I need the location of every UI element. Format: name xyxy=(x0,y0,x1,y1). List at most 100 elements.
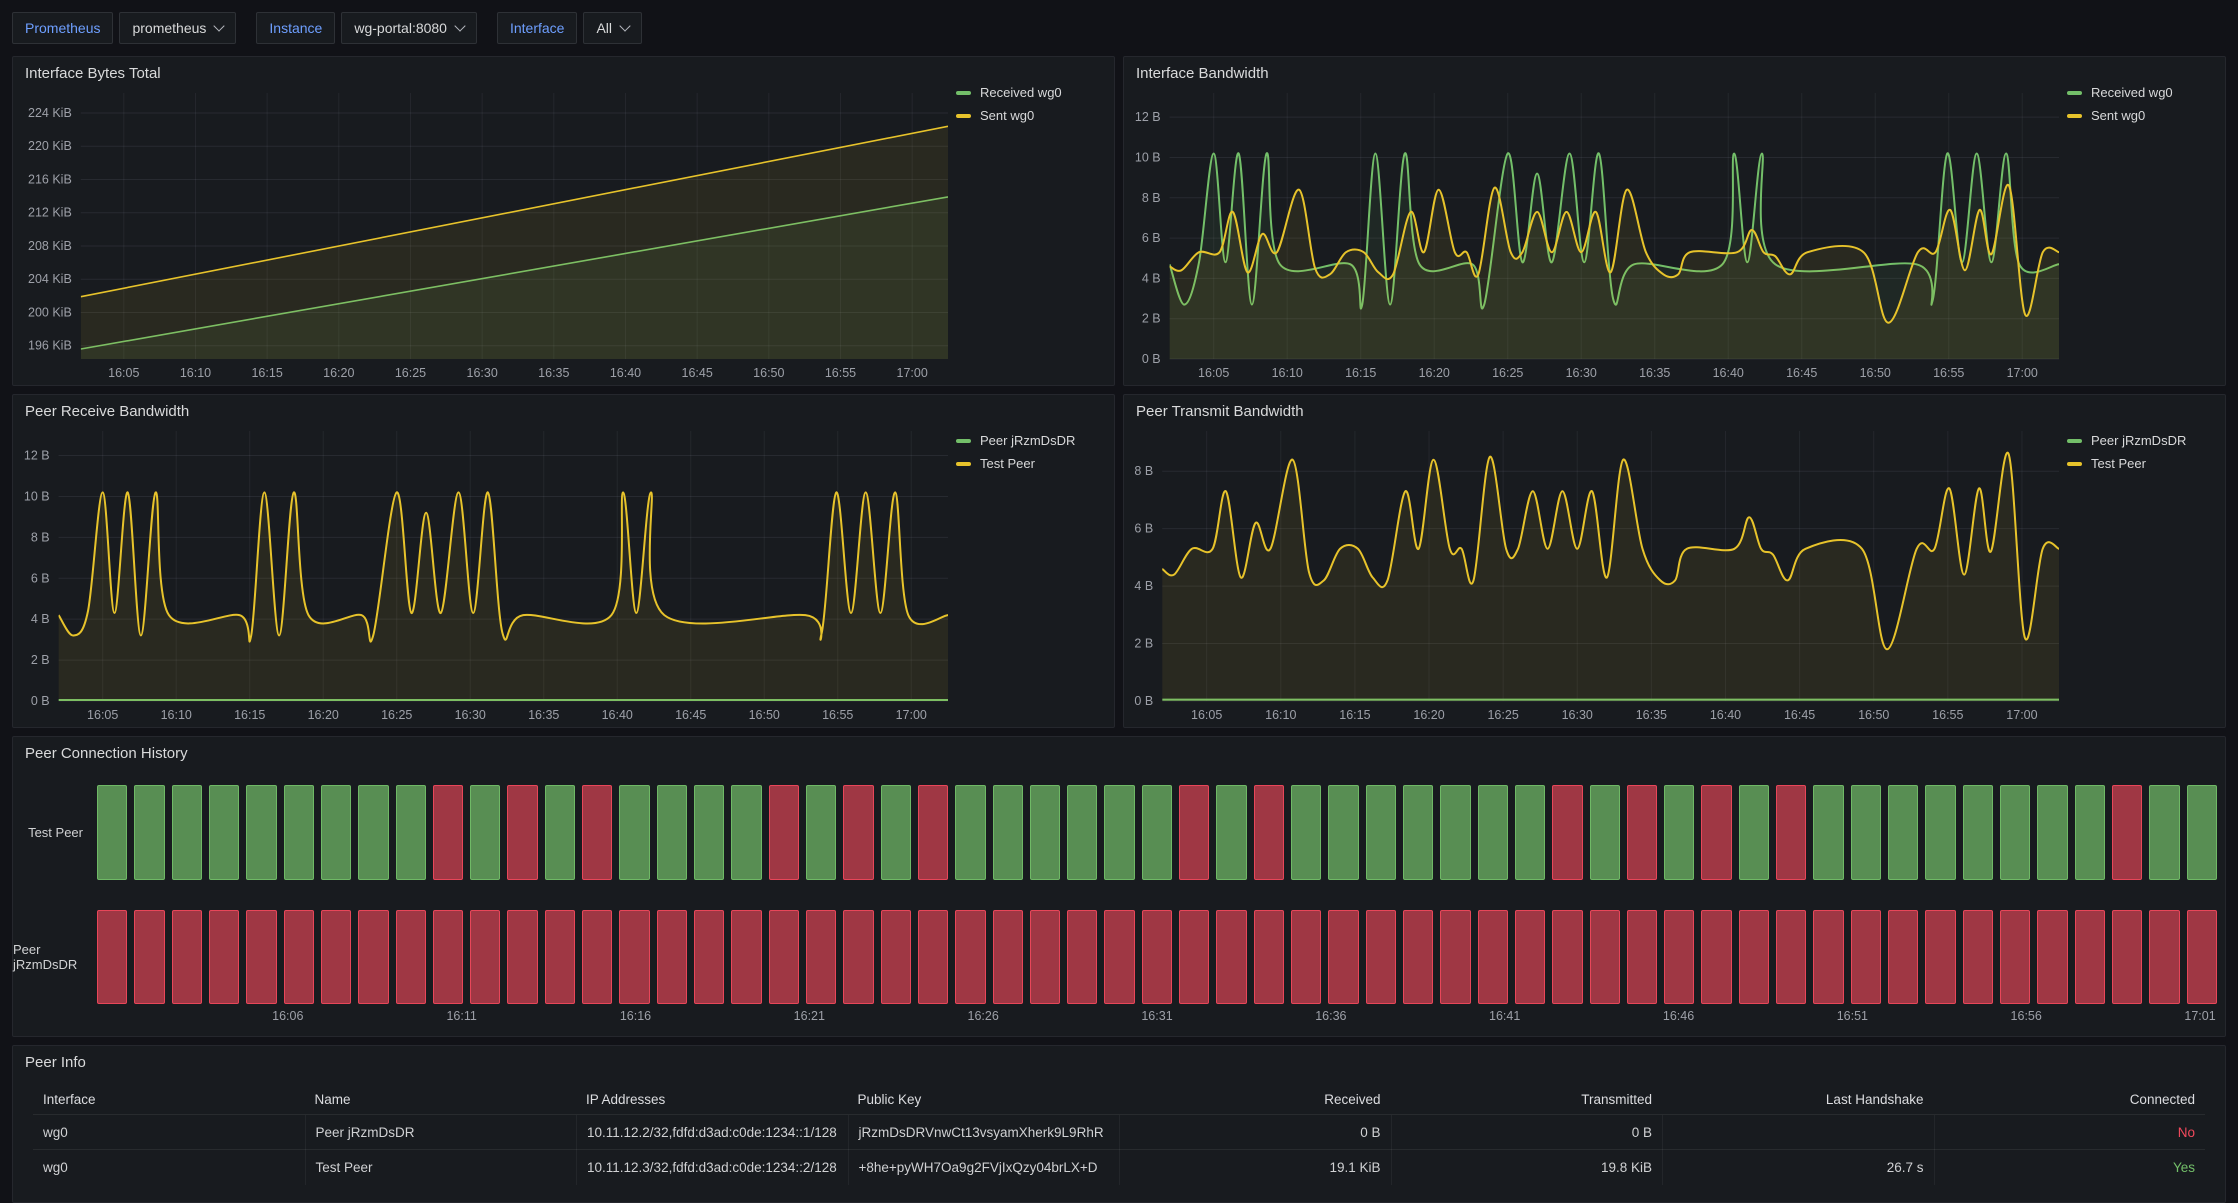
panel-title[interactable]: Interface Bytes Total xyxy=(25,65,161,82)
axis-tick-label: 16:20 xyxy=(1419,366,1450,380)
state-bar-down xyxy=(97,910,127,1004)
state-bar-up xyxy=(1440,785,1470,880)
table-cell: wg0 xyxy=(33,1150,305,1185)
state-bar-up xyxy=(1291,785,1321,880)
axis-tick-label: 17:00 xyxy=(896,708,927,722)
axis-tick-label: 16:05 xyxy=(1191,708,1222,722)
time-series-chart[interactable]: 0 B2 B4 B6 B8 B10 B12 B16:0516:1016:1516… xyxy=(1124,83,2067,385)
datasource-picker: Prometheus prometheus xyxy=(12,12,236,44)
state-bar-down xyxy=(731,910,761,1004)
table-header-cell[interactable]: Name xyxy=(305,1084,577,1114)
axis-tick-label: 16:50 xyxy=(1858,708,1889,722)
state-bar-up xyxy=(358,785,388,880)
table-header-cell[interactable]: Interface xyxy=(33,1084,305,1114)
legend-label: Peer jRzmDsDR xyxy=(2091,433,2186,448)
state-bar-down xyxy=(172,910,202,1004)
axis-tick-label: 17:00 xyxy=(2006,708,2037,722)
axis-tick-label: 16:21 xyxy=(794,1009,825,1023)
axis-tick-label: 16:25 xyxy=(381,708,412,722)
state-bar-down xyxy=(1627,910,1657,1004)
table-header-cell[interactable]: Received xyxy=(1119,1084,1391,1114)
legend-item[interactable]: Peer jRzmDsDR xyxy=(956,433,1114,448)
state-bar-down xyxy=(1664,910,1694,1004)
axis-tick-label: 16:51 xyxy=(1837,1009,1868,1023)
state-bar-down xyxy=(1478,910,1508,1004)
state-bar-down xyxy=(1254,785,1284,880)
axis-tick-label: 16:05 xyxy=(108,366,139,380)
state-bar-down xyxy=(321,910,351,1004)
legend-item[interactable]: Peer jRzmDsDR xyxy=(2067,433,2225,448)
state-bar-up xyxy=(1067,785,1097,880)
chevron-down-icon xyxy=(454,20,465,31)
table-header-cell[interactable]: IP Addresses xyxy=(576,1084,848,1114)
interface-label: Interface xyxy=(497,12,577,44)
table-header-cell[interactable]: Transmitted xyxy=(1391,1084,1663,1114)
panel-title[interactable]: Interface Bandwidth xyxy=(1136,65,1269,82)
state-bar-up xyxy=(321,785,351,880)
axis-tick-label: 200 KiB xyxy=(28,305,72,319)
panel-title[interactable]: Peer Info xyxy=(25,1054,86,1071)
state-bar-down xyxy=(1179,910,1209,1004)
axis-tick-label: 16:25 xyxy=(1492,366,1523,380)
legend-swatch-icon xyxy=(956,91,971,95)
axis-tick-label: 16:41 xyxy=(1489,1009,1520,1023)
state-bar-down xyxy=(1701,910,1731,1004)
instance-select[interactable]: wg-portal:8080 xyxy=(341,12,477,44)
table-header-cell[interactable]: Connected xyxy=(1934,1084,2206,1114)
state-bar-down xyxy=(1552,910,1582,1004)
table-cell: +8he+pyWH7Oa9g2FVjIxQzy04brLX+D xyxy=(848,1150,1120,1185)
state-bar-up xyxy=(1142,785,1172,880)
variables-toolbar: Prometheus prometheus Instance wg-portal… xyxy=(12,12,642,44)
legend-item[interactable]: Sent wg0 xyxy=(956,108,1114,123)
timeline-row-label: Test Peer xyxy=(13,785,97,880)
panel-title[interactable]: Peer Receive Bandwidth xyxy=(25,403,189,420)
interface-select[interactable]: All xyxy=(583,12,642,44)
axis-tick-label: 16:35 xyxy=(538,366,569,380)
axis-tick-label: 196 KiB xyxy=(28,339,72,353)
panel-title[interactable]: Peer Transmit Bandwidth xyxy=(1136,403,1304,420)
state-bar-up xyxy=(396,785,426,880)
state-bar-down xyxy=(918,910,948,1004)
connected-status: Yes xyxy=(1934,1150,2206,1185)
legend-item[interactable]: Received wg0 xyxy=(956,85,1114,100)
legend-item[interactable]: Test Peer xyxy=(956,456,1114,471)
state-bar-up xyxy=(1366,785,1396,880)
time-series-chart[interactable]: 196 KiB200 KiB204 KiB208 KiB212 KiB216 K… xyxy=(13,83,956,385)
legend-swatch-icon xyxy=(2067,462,2082,466)
state-bar-up xyxy=(1664,785,1694,880)
axis-tick-label: 2 B xyxy=(1134,637,1153,651)
axis-tick-label: 16:45 xyxy=(1786,366,1817,380)
state-bar-up xyxy=(1963,785,1993,880)
state-bar-down xyxy=(2187,910,2217,1004)
datasource-select[interactable]: prometheus xyxy=(119,12,236,44)
axis-tick-label: 17:00 xyxy=(897,366,928,380)
panel-title[interactable]: Peer Connection History xyxy=(25,745,188,762)
state-bar-down xyxy=(470,910,500,1004)
state-bar-down xyxy=(1776,910,1806,1004)
axis-tick-label: 2 B xyxy=(1142,312,1161,326)
table-header-cell[interactable]: Public Key xyxy=(848,1084,1120,1114)
legend-item[interactable]: Test Peer xyxy=(2067,456,2225,471)
time-series-chart[interactable]: 0 B2 B4 B6 B8 B10 B12 B16:0516:1016:1516… xyxy=(13,421,956,727)
state-bar-down xyxy=(1851,910,1881,1004)
axis-tick-label: 16:10 xyxy=(1265,708,1296,722)
state-bar-down xyxy=(545,910,575,1004)
table-cell: jRzmDsDRVnwCt13vsyamXherk9L9RhR xyxy=(848,1115,1120,1150)
state-bar-up xyxy=(694,785,724,880)
panel-peer-transmit-bandwidth: Peer Transmit Bandwidth 0 B2 B4 B6 B8 B1… xyxy=(1123,394,2226,728)
datasource-value: prometheus xyxy=(132,20,206,36)
state-bar-up xyxy=(1328,785,1358,880)
legend-label: Test Peer xyxy=(980,456,1035,471)
state-bar-down xyxy=(2149,910,2179,1004)
table-header-cell[interactable]: Last Handshake xyxy=(1662,1084,1934,1114)
state-bar-down xyxy=(1739,910,1769,1004)
state-bar-down xyxy=(433,785,463,880)
time-series-chart[interactable]: 0 B2 B4 B6 B8 B16:0516:1016:1516:2016:25… xyxy=(1124,421,2067,727)
legend-item[interactable]: Sent wg0 xyxy=(2067,108,2225,123)
state-bar-down xyxy=(1590,910,1620,1004)
axis-tick-label: 16:46 xyxy=(1663,1009,1694,1023)
table-cell xyxy=(1662,1115,1934,1150)
state-bar-down xyxy=(806,910,836,1004)
state-bar-down xyxy=(993,910,1023,1004)
legend-item[interactable]: Received wg0 xyxy=(2067,85,2225,100)
